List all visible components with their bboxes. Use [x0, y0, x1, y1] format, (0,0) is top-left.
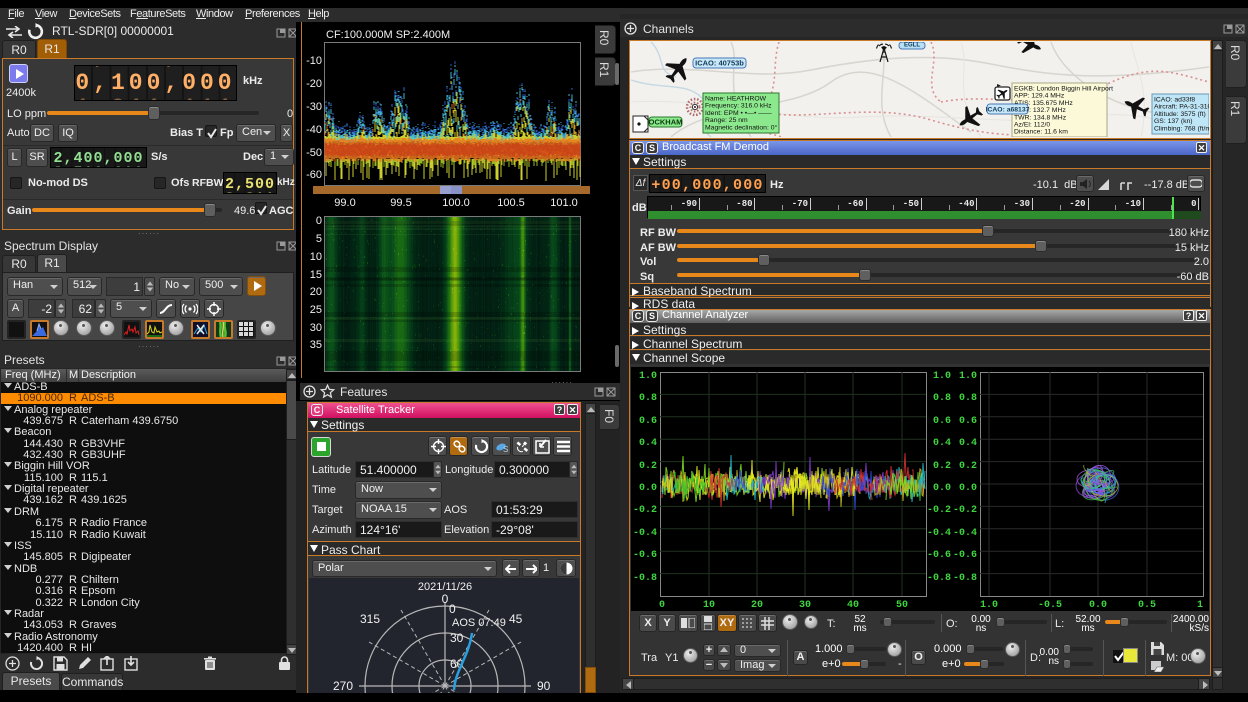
- svg-text:0.2: 0.2: [639, 461, 657, 472]
- svg-text:1.0: 1.0: [980, 600, 998, 611]
- svg-text:0.4: 0.4: [639, 438, 657, 449]
- svg-text:AOS 07:49: AOS 07:49: [452, 617, 506, 629]
- svg-text:50: 50: [896, 600, 908, 611]
- svg-text:Aircraft: PA-31-310: Aircraft: PA-31-310: [1154, 104, 1209, 111]
- svg-text:-0.2: -0.2: [927, 505, 951, 516]
- svg-text:-60: -60: [847, 199, 863, 209]
- svg-text:0: 0: [442, 592, 449, 606]
- svg-text:Name: HEATHROW: Name: HEATHROW: [705, 96, 767, 103]
- svg-text:15: 15: [310, 269, 322, 281]
- svg-text:Ident: EPM • •—• ——: Ident: EPM • •—• ——: [705, 110, 772, 117]
- svg-text:APP: 129.4 MHz: APP: 129.4 MHz: [1014, 93, 1065, 100]
- svg-text:-0.4: -0.4: [633, 528, 657, 539]
- svg-text:270: 270: [333, 679, 353, 693]
- svg-text:90: 90: [537, 679, 551, 693]
- svg-text:-0.4: -0.4: [927, 528, 951, 539]
- svg-text:-40: -40: [306, 124, 322, 136]
- svg-text:ICAO: 40753b: ICAO: 40753b: [695, 59, 744, 68]
- svg-text:1.0: 1.0: [959, 371, 977, 382]
- svg-text:Distance: 11.6 km: Distance: 11.6 km: [1014, 129, 1068, 136]
- svg-text:EGLL: EGLL: [904, 43, 920, 49]
- svg-text:-0.2: -0.2: [633, 505, 657, 516]
- svg-text:Az/El: 112/0: Az/El: 112/0: [1014, 122, 1050, 129]
- svg-text:100.0: 100.0: [442, 197, 470, 209]
- svg-text:315: 315: [360, 612, 380, 626]
- svg-text:30: 30: [310, 322, 322, 334]
- svg-text:-70: -70: [792, 199, 808, 209]
- svg-text:10: 10: [310, 251, 322, 263]
- svg-text:40: 40: [847, 600, 859, 611]
- svg-text:1.0: 1.0: [639, 371, 657, 382]
- svg-text:20: 20: [751, 600, 763, 611]
- svg-text:0.8: 0.8: [959, 393, 977, 404]
- svg-text:Climbing: 768 (ft/m: Climbing: 768 (ft/m: [1154, 125, 1209, 132]
- svg-text:EGKB: London Biggin Hill Airpo: EGKB: London Biggin Hill Airport: [1014, 86, 1113, 93]
- svg-text:GS: 137 (kn): GS: 137 (kn): [1154, 118, 1193, 125]
- svg-text:-50: -50: [903, 199, 919, 209]
- svg-text:-10: -10: [1125, 199, 1141, 209]
- svg-text:0: 0: [1191, 199, 1196, 209]
- svg-text:35: 35: [310, 339, 322, 351]
- svg-text:0.0: 0.0: [1089, 600, 1107, 611]
- svg-text:-0.6: -0.6: [927, 550, 951, 561]
- svg-text:TWR: 134.8 MHz: TWR: 134.8 MHz: [1014, 114, 1067, 121]
- svg-text:OCKHAM: OCKHAM: [649, 118, 683, 127]
- svg-text:0: 0: [449, 602, 456, 616]
- svg-text:-0.6: -0.6: [953, 550, 977, 561]
- svg-text:-0.2: -0.2: [953, 505, 977, 516]
- svg-text:0.8: 0.8: [639, 393, 657, 404]
- svg-text:0.0: 0.0: [933, 483, 951, 494]
- svg-text:5: 5: [316, 233, 322, 245]
- svg-text:-50: -50: [306, 147, 322, 159]
- svg-text:-10: -10: [306, 55, 322, 67]
- svg-text:-20: -20: [1069, 199, 1085, 209]
- svg-text:25: 25: [310, 304, 322, 316]
- svg-text:-30: -30: [1014, 199, 1030, 209]
- svg-text:-40: -40: [958, 199, 974, 209]
- svg-text:Magnetic declination: 0°: Magnetic declination: 0°: [705, 123, 778, 131]
- svg-text:0.5: 0.5: [1138, 600, 1156, 611]
- svg-text:99.0: 99.0: [334, 197, 355, 209]
- svg-text:30: 30: [450, 631, 464, 645]
- svg-text:-0.6: -0.6: [633, 550, 657, 561]
- svg-text:-30: -30: [306, 101, 322, 113]
- svg-text:0.6: 0.6: [639, 416, 657, 427]
- svg-text:ICAO: a68137: ICAO: a68137: [986, 107, 1030, 114]
- svg-text:-0.4: -0.4: [953, 528, 977, 539]
- svg-text:100.5: 100.5: [497, 197, 525, 209]
- svg-text:1: 1: [1197, 600, 1203, 611]
- svg-text:-60: -60: [306, 169, 322, 181]
- svg-text:0.4: 0.4: [959, 438, 977, 449]
- svg-text:0: 0: [659, 600, 665, 611]
- svg-text:Altitude: 3575 (ft): Altitude: 3575 (ft): [1154, 111, 1206, 118]
- svg-text:0.6: 0.6: [959, 416, 977, 427]
- svg-text:0.2: 0.2: [959, 461, 977, 472]
- svg-text:-0.8: -0.8: [633, 573, 657, 584]
- svg-text:0.6: 0.6: [933, 416, 951, 427]
- svg-text:1.0: 1.0: [933, 371, 951, 382]
- svg-text:-20: -20: [306, 78, 322, 90]
- svg-text:CF:100.000M SP:2.400M: CF:100.000M SP:2.400M: [326, 29, 450, 41]
- svg-text:99.5: 99.5: [390, 197, 411, 209]
- svg-text:-0.5: -0.5: [1038, 600, 1062, 611]
- svg-text:30: 30: [799, 600, 811, 611]
- svg-text:0: 0: [316, 215, 322, 227]
- svg-text:45: 45: [509, 612, 523, 626]
- svg-text:0.2: 0.2: [933, 461, 951, 472]
- svg-text:Range: 25 nm: Range: 25 nm: [705, 117, 748, 124]
- svg-text:0.0: 0.0: [959, 483, 977, 494]
- svg-text:-90: -90: [681, 199, 697, 209]
- svg-text:0.8: 0.8: [933, 393, 951, 404]
- svg-text:ICAO: ad33f8: ICAO: ad33f8: [1154, 97, 1195, 104]
- svg-text:-0.8: -0.8: [927, 573, 951, 584]
- svg-text:101.0: 101.0: [550, 197, 578, 209]
- svg-text:S: S: [503, 445, 508, 454]
- svg-text:-80: -80: [736, 199, 752, 209]
- svg-text:-0.8: -0.8: [953, 573, 977, 584]
- svg-text:10: 10: [703, 600, 715, 611]
- svg-text:20: 20: [310, 286, 322, 298]
- svg-text:Frequency: 316.0 kHz: Frequency: 316.0 kHz: [705, 103, 772, 110]
- svg-text:0.4: 0.4: [933, 438, 951, 449]
- svg-text:0.0: 0.0: [639, 483, 657, 494]
